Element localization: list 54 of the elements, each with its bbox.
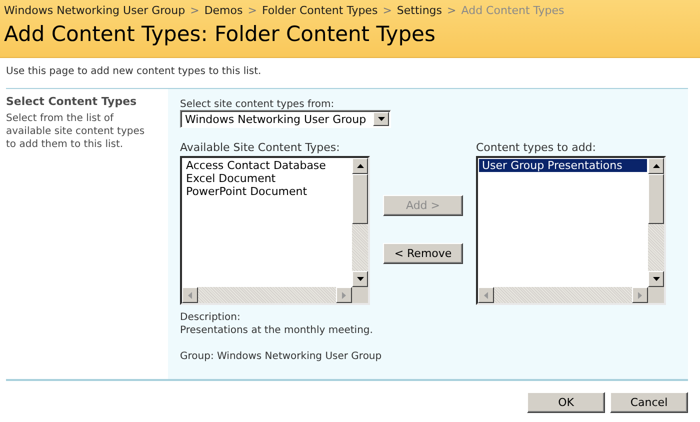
vertical-scrollbar[interactable]: [648, 158, 664, 287]
scroll-left-button[interactable]: [478, 287, 494, 303]
section-description: Select from the list of available site content types to add them to this list.: [6, 112, 146, 151]
list-item[interactable]: PowerPoint Document: [183, 185, 351, 198]
group-dropdown[interactable]: Windows Networking User Group: [180, 110, 391, 128]
section-title: Select Content Types: [6, 95, 138, 108]
left-arrow-icon: [188, 292, 192, 298]
scroll-right-button[interactable]: [632, 287, 648, 303]
breadcrumb-separator: >: [382, 4, 392, 19]
page-title: Add Content Types: Folder Content Types: [4, 21, 436, 48]
breadcrumb-current: Add Content Types: [461, 4, 564, 19]
horizontal-scrollbar[interactable]: [182, 287, 352, 303]
scroll-down-button[interactable]: [648, 271, 664, 287]
select-label: Select site content types from:: [180, 99, 336, 110]
scroll-up-button[interactable]: [352, 158, 368, 174]
right-arrow-icon: [342, 292, 346, 298]
list-label: Available Site Content Types:: [180, 141, 341, 156]
move-button[interactable]: < Remove: [383, 243, 463, 264]
description-label: Description:: [180, 311, 242, 324]
up-arrow-icon: [652, 164, 660, 168]
vertical-scrollbar[interactable]: [352, 158, 368, 287]
dialog-button[interactable]: Cancel: [610, 392, 688, 413]
scroll-down-button[interactable]: [352, 271, 368, 287]
up-arrow-icon: [356, 164, 364, 168]
intro-text: Use this page to add new content types to this list.: [6, 65, 262, 79]
list-item[interactable]: Excel Document: [183, 172, 351, 185]
breadcrumb-link[interactable]: Settings: [396, 4, 442, 20]
breadcrumb-link[interactable]: Windows Networking User Group: [4, 4, 186, 20]
scrollbar-corner: [648, 287, 664, 303]
breadcrumb-link[interactable]: Folder Content Types: [262, 4, 378, 20]
scroll-thumb[interactable]: [648, 174, 664, 224]
list-label: Content types to add:: [476, 141, 597, 156]
left-arrow-icon: [484, 292, 488, 298]
right-arrow-icon: [638, 292, 642, 298]
description-text: Presentations at the monthly meeting.: [180, 324, 374, 337]
list-box[interactable]: Access Contact Database Excel Document PowerPoint Document: [180, 156, 370, 305]
breadcrumb-separator: >: [190, 4, 200, 19]
scroll-right-button[interactable]: [336, 287, 352, 303]
down-arrow-icon: [356, 277, 364, 281]
group-text: Group: Windows Networking User Group: [180, 350, 383, 363]
breadcrumb-separator: >: [248, 4, 257, 19]
scrollbar-corner: [352, 287, 368, 303]
list-box[interactable]: User Group Presentations: [476, 156, 666, 305]
list-item[interactable]: Access Contact Database: [183, 159, 351, 172]
down-arrow-icon: [652, 277, 660, 281]
breadcrumb-link[interactable]: Demos: [204, 4, 243, 20]
scroll-up-button[interactable]: [648, 158, 664, 174]
scroll-thumb[interactable]: [352, 174, 368, 224]
scroll-left-button[interactable]: [182, 287, 198, 303]
dropdown-arrow-icon: [378, 117, 384, 121]
list-item[interactable]: User Group Presentations: [479, 159, 647, 172]
dialog-button[interactable]: OK: [527, 392, 605, 413]
breadcrumb-separator: >: [447, 4, 456, 19]
horizontal-scrollbar[interactable]: [478, 287, 648, 303]
